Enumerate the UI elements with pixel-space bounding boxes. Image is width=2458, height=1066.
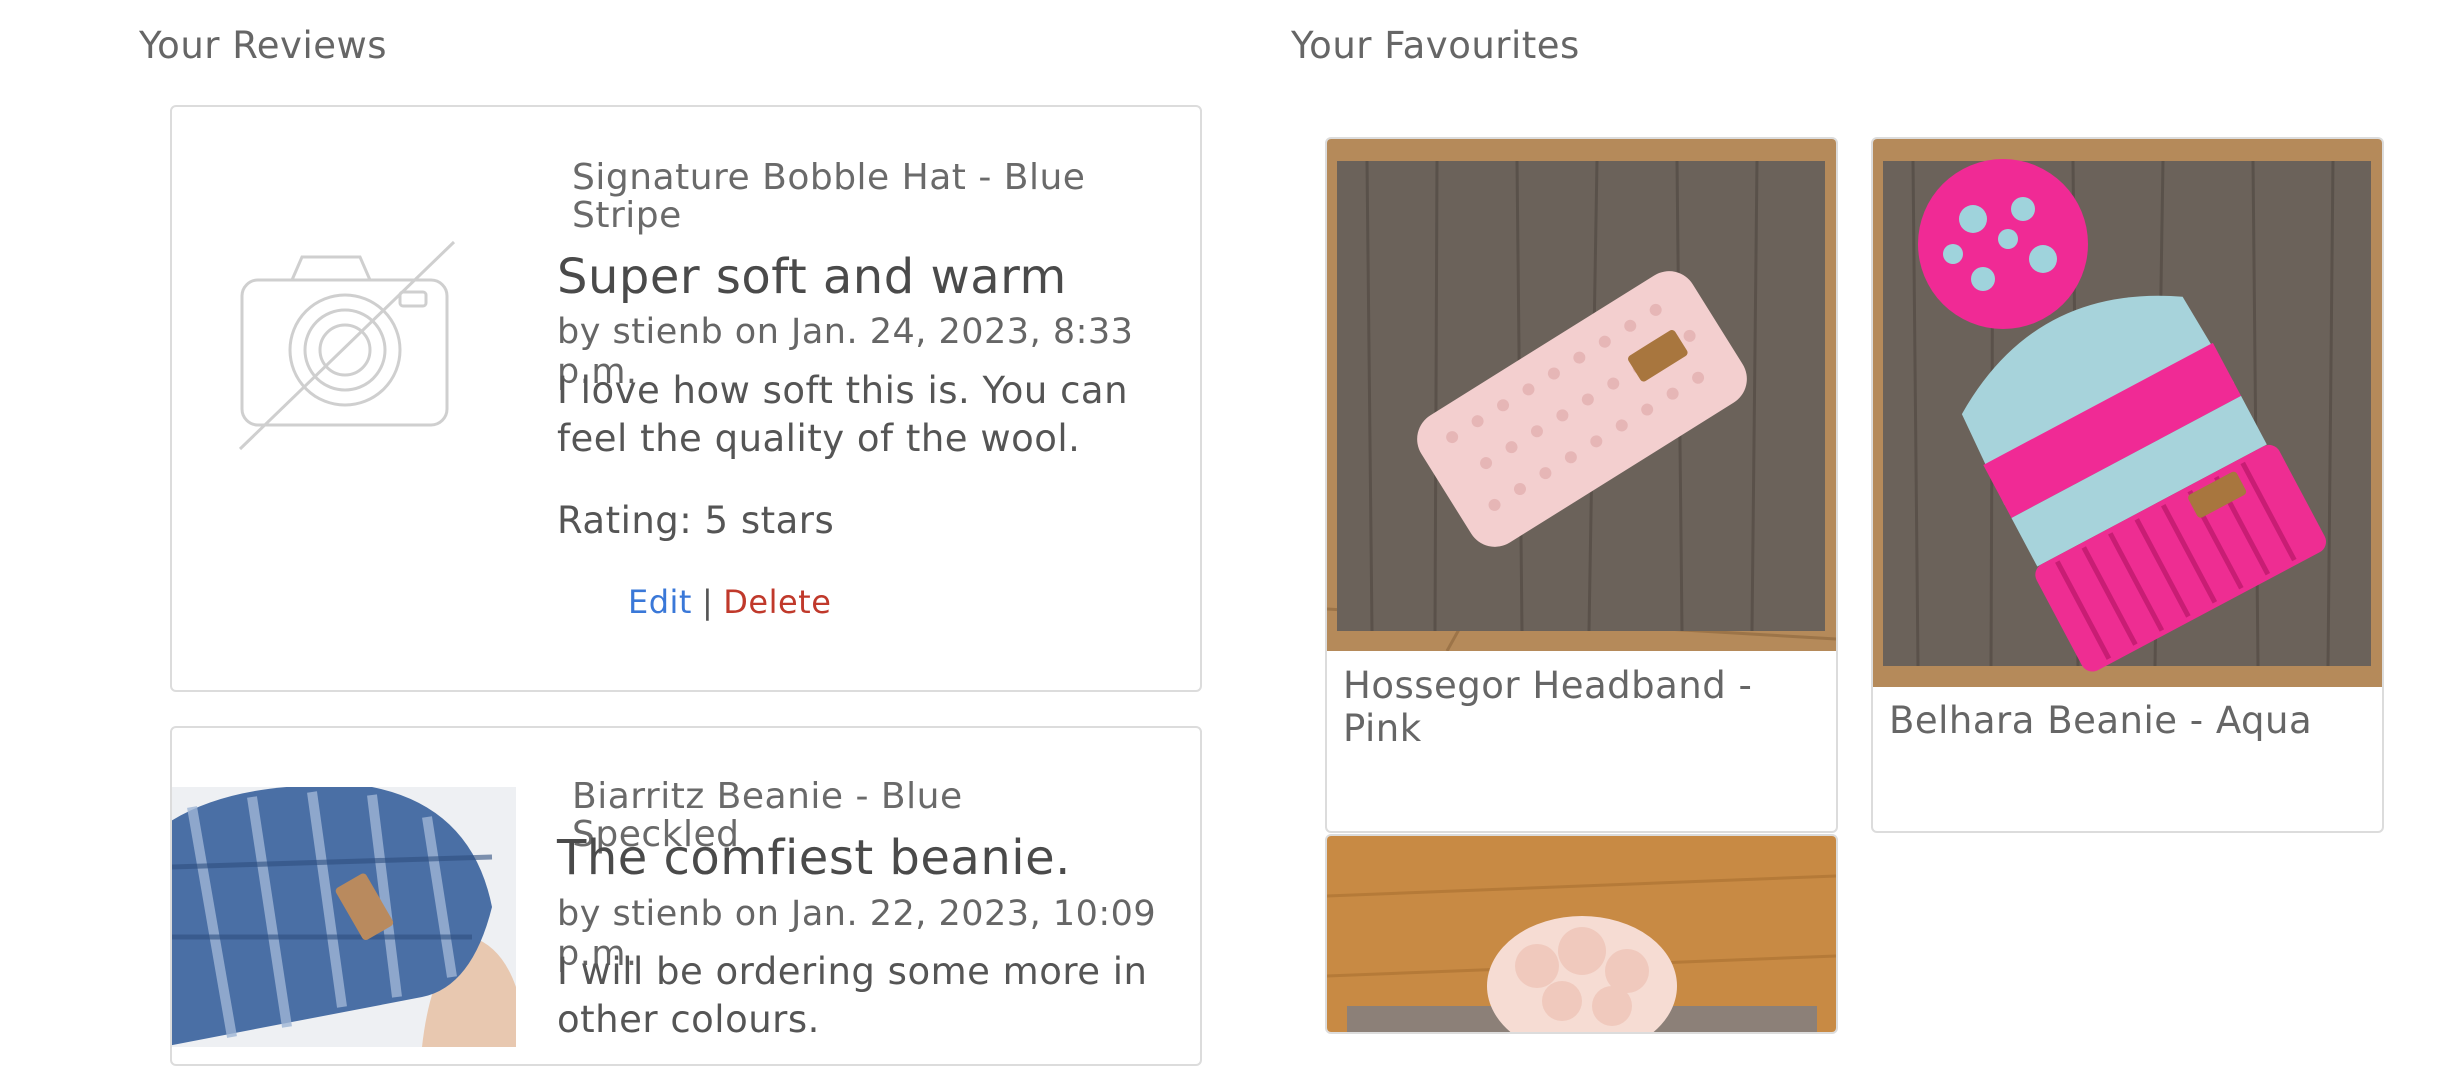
review-title: Super soft and warm (557, 249, 1067, 305)
reviews-section-title: Your Reviews (139, 24, 388, 67)
favourite-card[interactable] (1325, 834, 1838, 1034)
review-card: Signature Bobble Hat - Blue Stripe Super… (170, 105, 1202, 692)
product-image-peach-bobble-hat[interactable] (1327, 836, 1836, 1032)
review-body: I love how soft this is. You can feel th… (557, 369, 1129, 460)
delete-review-link[interactable]: Delete (723, 583, 831, 621)
favourite-product-name[interactable]: Hossegor Headband - Pink (1343, 664, 1836, 750)
favourites-section-title: Your Favourites (1291, 24, 1580, 67)
edit-review-link[interactable]: Edit (628, 583, 692, 621)
product-thumbnail-blue-beanie[interactable] (172, 787, 516, 1047)
review-body: I will be ordering some more in other co… (557, 950, 1148, 1041)
favourite-card[interactable]: Belhara Beanie - Aqua (1871, 137, 2384, 833)
action-separator: | (701, 583, 714, 621)
favourite-product-name[interactable]: Belhara Beanie - Aqua (1889, 699, 2312, 742)
review-card: Biarritz Beanie - Blue Speckled The comf… (170, 726, 1202, 1066)
favourite-card[interactable]: Hossegor Headband - Pink (1325, 137, 1838, 833)
review-product-name[interactable]: Signature Bobble Hat - Blue Stripe (572, 159, 1132, 235)
product-image-aqua-beanie[interactable] (1873, 139, 2382, 687)
product-image-pink-headband[interactable] (1327, 139, 1836, 652)
no-image-placeholder-icon (232, 232, 472, 457)
review-actions: Edit | Delete (628, 583, 831, 621)
review-title: The comfiest beanie. (557, 830, 1071, 886)
review-rating: Rating: 5 stars (557, 499, 835, 542)
